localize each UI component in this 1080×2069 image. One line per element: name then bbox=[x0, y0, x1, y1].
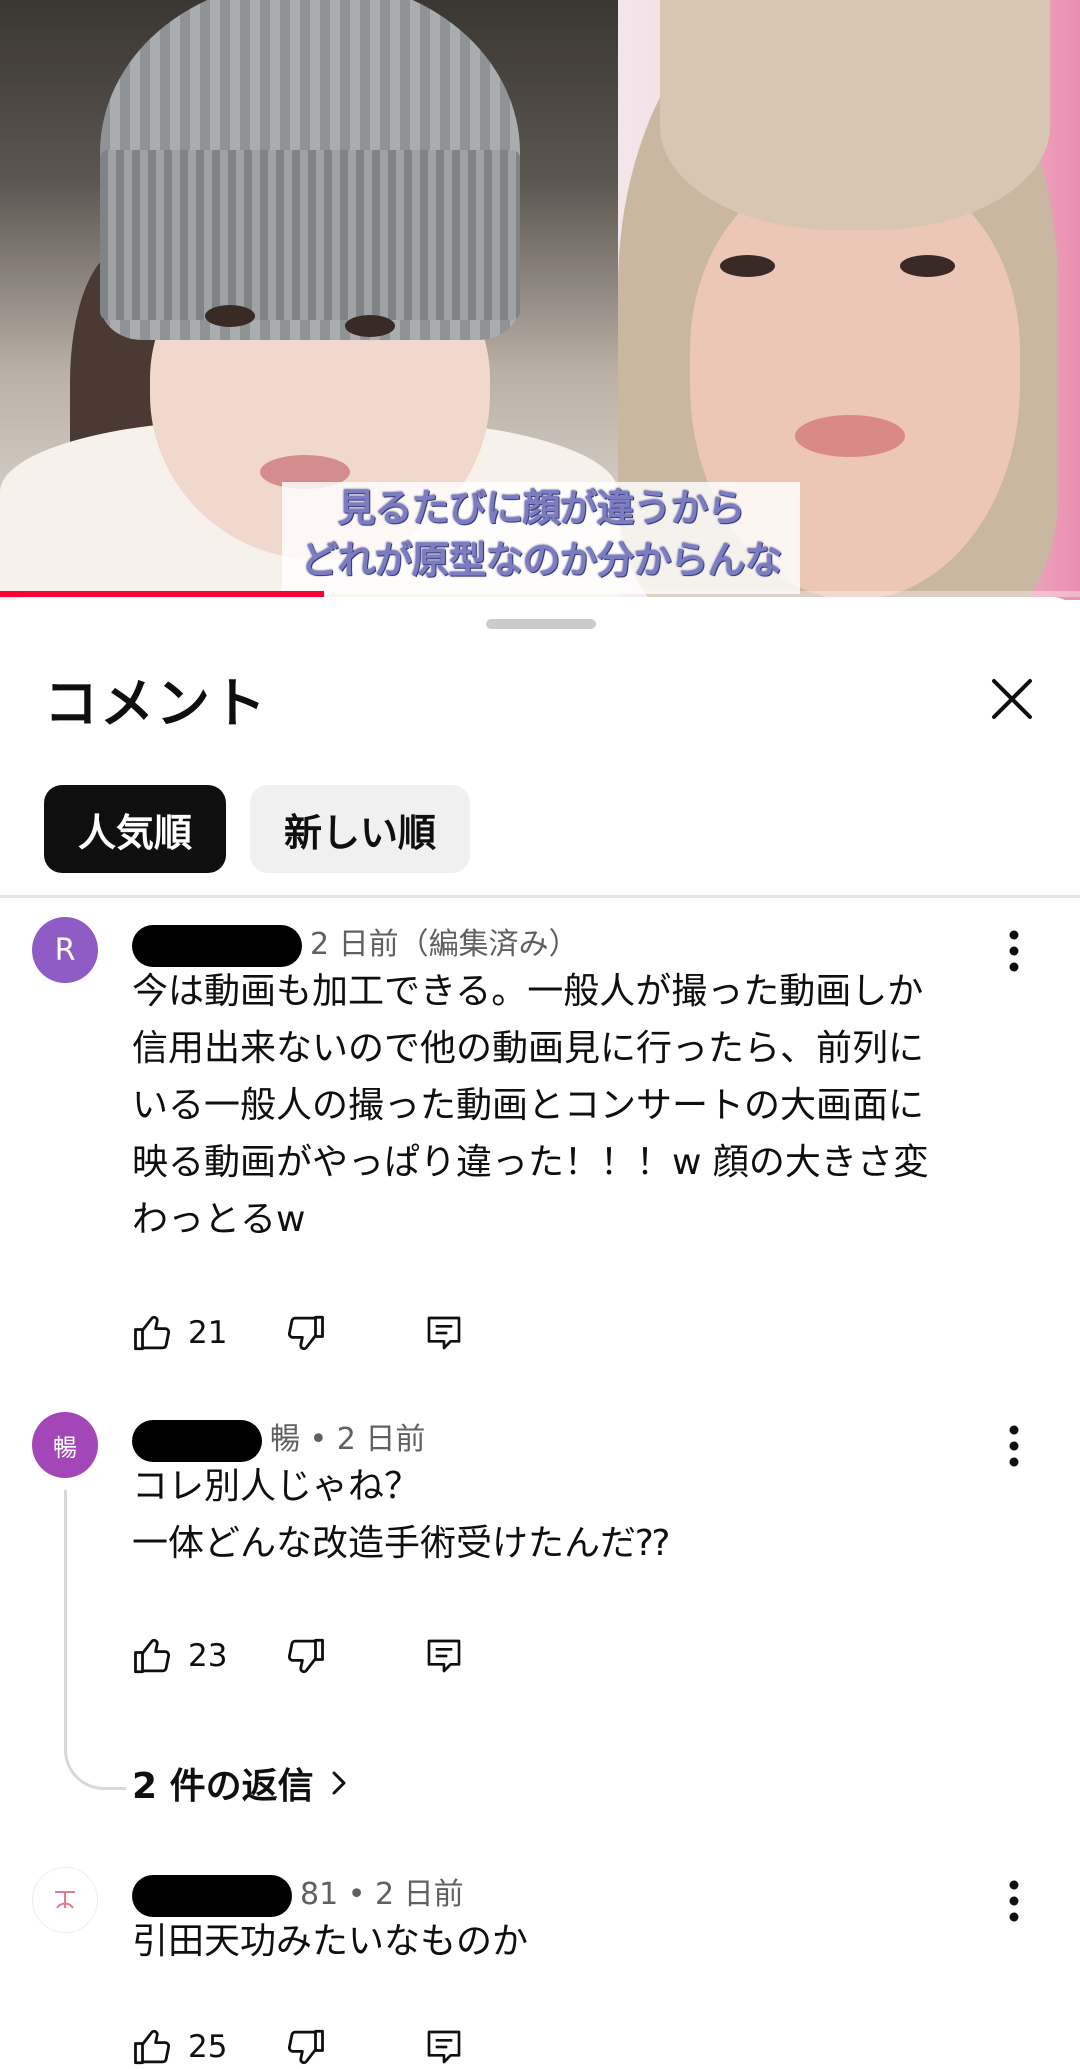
comment-author-fragment: 暢 bbox=[270, 1422, 300, 1457]
comment-line: 映る動画がやっぱり違った！！！w 顔の大きさ変 bbox=[132, 1142, 929, 1183]
comment-meta: 2 日前（編集済み） bbox=[132, 919, 579, 967]
comment-line: 一体どんな改造手術受けたんだ⁇ bbox=[132, 1523, 670, 1564]
subtitle-line-2: どれが原型なのか分からんな bbox=[300, 538, 782, 582]
dislike-button[interactable] bbox=[284, 2017, 326, 2069]
redacted-author bbox=[132, 1419, 262, 1462]
comment-line: 信用出来ないので他の動画見に行ったら、前列に bbox=[132, 1028, 925, 1069]
comment-line: いる一般人の撮った動画とコンサートの大画面に bbox=[132, 1085, 925, 1126]
comment-text: コレ別人じゃね？ 一体どんな改造手術受けたんだ⁇ bbox=[132, 1458, 1032, 1572]
video-player[interactable]: 見るたびに顔が違うから どれが原型なのか分からんな bbox=[0, 0, 1080, 600]
comment-line: コレ別人じゃね？ bbox=[132, 1466, 421, 1507]
avatar[interactable]: 暢 bbox=[32, 1412, 98, 1478]
reply-icon bbox=[427, 1316, 461, 1350]
comment-time: • 2 日前 bbox=[309, 1422, 426, 1457]
subtitle-line-1: 見るたびに顔が違うから bbox=[337, 486, 745, 530]
like-count: 21 bbox=[188, 1315, 228, 1351]
drag-handle[interactable] bbox=[486, 619, 596, 629]
thumbs-up-icon bbox=[134, 2029, 170, 2065]
comment-actions: 25 bbox=[132, 2017, 532, 2069]
comment-meta: 81 • 2 日前 bbox=[132, 1869, 464, 1917]
redacted-author bbox=[132, 1874, 292, 1917]
comment-text: 引田天功みたいなものか bbox=[132, 1913, 1032, 1970]
like-button[interactable]: 25 bbox=[132, 2017, 227, 2069]
sort-chip-top[interactable]: 人気順 bbox=[44, 785, 226, 873]
divider bbox=[0, 895, 1080, 898]
comment-line: 引田天功みたいなものか bbox=[132, 1921, 529, 1962]
comment-meta: 暢 • 2 日前 bbox=[132, 1414, 425, 1462]
like-button[interactable]: 23 bbox=[132, 1626, 227, 1686]
comment-actions: 23 bbox=[132, 1626, 532, 1686]
redacted-author bbox=[132, 924, 302, 967]
thumbs-up-icon bbox=[134, 1638, 170, 1674]
dislike-button[interactable] bbox=[284, 1626, 326, 1686]
comment-line: 今は動画も加工できる。一般人が撮った動画しか bbox=[132, 971, 924, 1012]
sort-chip-newest[interactable]: 新しい順 bbox=[250, 785, 470, 873]
like-button[interactable]: 21 bbox=[132, 1303, 227, 1363]
thumbs-down-icon bbox=[288, 1315, 324, 1351]
comment-text: 今は動画も加工できる。一般人が撮った動画しか 信用出来ないので他の動画見に行った… bbox=[132, 963, 1032, 1248]
thumbs-up-icon bbox=[134, 1315, 170, 1351]
avatar-illustration-icon bbox=[55, 1891, 75, 1909]
like-count: 23 bbox=[188, 1638, 228, 1674]
avatar[interactable] bbox=[32, 1867, 98, 1933]
thumbs-down-icon bbox=[288, 2029, 324, 2065]
comment-time: 2 日前（編集済み） bbox=[310, 927, 579, 962]
replies-label: 2 件の返信 bbox=[132, 1766, 314, 1807]
thread-line bbox=[64, 1490, 126, 1790]
avatar[interactable]: R bbox=[32, 917, 98, 983]
view-replies-link[interactable]: 2 件の返信 bbox=[132, 1757, 354, 1809]
close-icon[interactable] bbox=[984, 671, 1040, 727]
like-count: 25 bbox=[188, 2029, 228, 2065]
comments-sheet: コメント 人気順 新しい順 R 2 日前（編集済み） 今は動画も加工できる。一般… bbox=[0, 597, 1080, 2069]
reply-icon bbox=[427, 1639, 461, 1673]
reply-button[interactable] bbox=[424, 1626, 464, 1686]
reply-button[interactable] bbox=[424, 1303, 464, 1363]
comment-author-fragment: 81 bbox=[300, 1877, 339, 1912]
comment-time: • 2 日前 bbox=[347, 1877, 464, 1912]
reply-button[interactable] bbox=[424, 2017, 464, 2069]
comments-title: コメント bbox=[44, 672, 268, 735]
chevron-right-icon bbox=[332, 1771, 346, 1795]
comment-line: わっとるw bbox=[132, 1199, 306, 1240]
reply-icon bbox=[427, 2030, 461, 2064]
thumbs-down-icon bbox=[288, 1638, 324, 1674]
video-subtitle: 見るたびに顔が違うから どれが原型なのか分からんな bbox=[282, 482, 800, 594]
comment-actions: 21 bbox=[132, 1303, 532, 1363]
dislike-button[interactable] bbox=[284, 1303, 326, 1363]
